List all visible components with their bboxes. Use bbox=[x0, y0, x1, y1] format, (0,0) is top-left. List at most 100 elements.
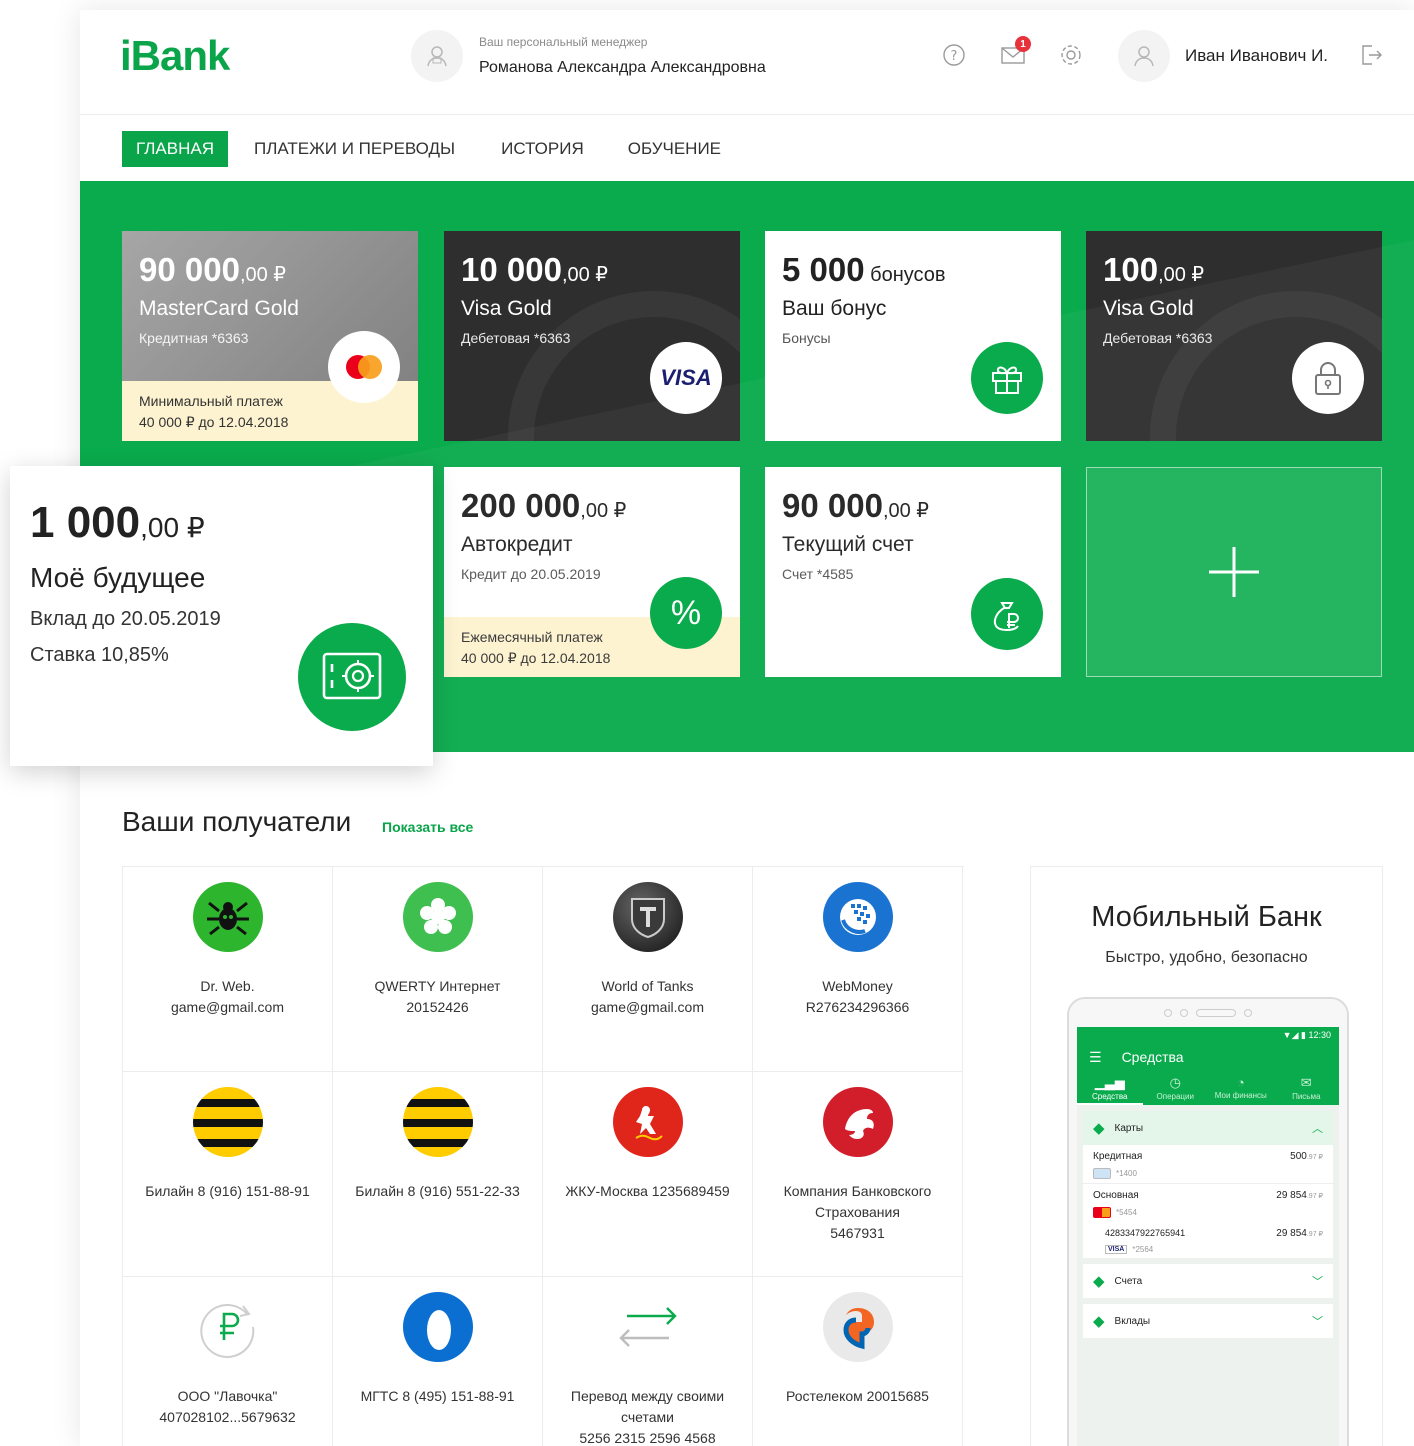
visa-mini-icon: VISA bbox=[1105, 1245, 1128, 1254]
recipient-label: QWERTY Интернет 20152426 bbox=[374, 978, 501, 1015]
recipient-label: Билайн 8 (916) 551-22-33 bbox=[355, 1183, 520, 1199]
card-amount: 100,00 ₽ bbox=[1103, 251, 1205, 288]
recipient-tile[interactable]: ЖКУ-Москва 1235689459 bbox=[543, 1072, 753, 1277]
card-subtitle: Дебетовая *6363 bbox=[1103, 330, 1213, 346]
mastercard-logo-icon bbox=[328, 331, 400, 403]
phone-top-bezel bbox=[1069, 999, 1347, 1027]
recipient-tile[interactable]: Билайн 8 (916) 551-22-33 bbox=[333, 1072, 543, 1277]
main-nav: ГЛАВНАЯ ПЛАТЕЖИ И ПЕРЕВОДЫ ИСТОРИЯ ОБУЧЕ… bbox=[122, 131, 747, 167]
recipient-tile[interactable]: Ростелеком 20015685 bbox=[753, 1277, 963, 1446]
beeline-logo-icon bbox=[192, 1087, 263, 1157]
recipient-tile[interactable]: Перевод между своими счетами 5256 2315 2… bbox=[543, 1277, 753, 1446]
recipient-label: Перевод между своими счетами 5256 2315 2… bbox=[570, 1388, 725, 1446]
lock-icon bbox=[1292, 342, 1364, 414]
recipient-tile[interactable]: Билайн 8 (916) 151-88-91 bbox=[123, 1072, 333, 1277]
note-line-2: 40 000 ₽ до 12.04.2018 bbox=[139, 414, 289, 430]
recipient-label: ЖКУ-Москва 1235689459 bbox=[565, 1183, 730, 1199]
recipient-label: Компания Банковского Страхования 5467931 bbox=[783, 1183, 932, 1241]
phone-mockup: ▼◢ ▮ 12:30 ☰ Средства ▁▃▅ Средства ◷ Опера… bbox=[1067, 997, 1349, 1446]
product-card-visa-10000[interactable]: 10 000,00 ₽ Visa Gold Дебетовая *6363 VI… bbox=[444, 231, 740, 441]
pie-chart-icon: ◔ bbox=[1236, 1075, 1245, 1090]
nav-item-learning[interactable]: ОБУЧЕНИЕ bbox=[614, 131, 735, 167]
mail-icon[interactable]: 1 bbox=[1000, 36, 1031, 68]
add-product-button[interactable] bbox=[1086, 467, 1382, 677]
help-icon[interactable]: ? bbox=[941, 42, 967, 68]
recipient-label: МГТС 8 (495) 151-88-91 bbox=[360, 1388, 515, 1404]
card-amount: 90 000,00 ₽ bbox=[782, 487, 930, 524]
card-title: Текущий счет bbox=[782, 533, 914, 556]
manager-name[interactable]: Романова Александра Александровна bbox=[479, 59, 766, 77]
recipient-tile[interactable]: МГТС 8 (495) 151-88-91 bbox=[333, 1277, 543, 1446]
mastercard-mini-icon bbox=[1093, 1207, 1111, 1218]
card-amount: 90 000,00 ₽ bbox=[139, 251, 287, 288]
mail-badge: 1 bbox=[1015, 36, 1031, 52]
recipient-label: Ростелеком 20015685 bbox=[786, 1388, 929, 1404]
recipient-tile[interactable]: WebMoney R276234296366 bbox=[753, 867, 963, 1072]
header-divider bbox=[80, 114, 1414, 115]
chevron-down-icon: ﹀ bbox=[1312, 1276, 1323, 1288]
manager-avatar[interactable] bbox=[411, 30, 463, 82]
deposit-card-my-future[interactable]: 1 000,00 ₽ Моё будущее Вклад до 20.05.20… bbox=[10, 466, 433, 766]
webmoney-logo-icon bbox=[822, 882, 893, 952]
product-card-bonus[interactable]: 5 000 бонусов Ваш бонус Бонусы bbox=[765, 231, 1061, 441]
percent-icon: % bbox=[650, 577, 722, 649]
nav-item-history[interactable]: ИСТОРИЯ bbox=[487, 131, 598, 167]
phone-section-cards: ◆ Карты ︿ Кредитная 500.97 ₽ *1400 Основн… bbox=[1083, 1111, 1333, 1258]
recipient-tile[interactable]: QWERTY Интернет 20152426 bbox=[333, 867, 543, 1072]
phone-app-bar: ☰ Средства bbox=[1077, 1043, 1339, 1071]
product-card-autocredit[interactable]: 200 000,00 ₽ Автокредит Кредит до 20.05.… bbox=[444, 467, 740, 677]
logout-icon[interactable] bbox=[1358, 42, 1384, 68]
card-amount: 10 000,00 ₽ bbox=[461, 251, 609, 288]
phone-section-accounts: ◆ Счета ﹀ bbox=[1083, 1264, 1333, 1298]
card-subtitle: Дебетовая *6363 bbox=[461, 330, 571, 346]
recipients-grid: Dr. Web. game@gmail.com QWERTY Интернет … bbox=[122, 866, 964, 1446]
gear-icon[interactable] bbox=[1058, 42, 1084, 68]
manager-caption: Ваш персональный менеджер bbox=[479, 35, 648, 49]
nav-item-payments[interactable]: ПЛАТЕЖИ И ПЕРЕВОДЫ bbox=[240, 131, 469, 167]
phone-screen: ▼◢ ▮ 12:30 ☰ Средства ▁▃▅ Средства ◷ Опера… bbox=[1077, 1027, 1339, 1446]
nav-item-main[interactable]: ГЛАВНАЯ bbox=[122, 131, 228, 167]
recipient-label: Dr. Web. game@gmail.com bbox=[170, 978, 285, 1015]
user-avatar[interactable] bbox=[1118, 30, 1170, 82]
card-title: Ваш бонус bbox=[782, 297, 887, 320]
recipient-tile[interactable]: World of Tanks game@gmail.com bbox=[543, 867, 753, 1072]
chevron-up-icon: ︿ bbox=[1312, 1123, 1323, 1135]
recipient-label: ООО "Лавочка" 407028102...5679632 bbox=[159, 1388, 296, 1425]
moscow-coat-of-arms-logo-icon bbox=[612, 1087, 683, 1157]
product-card-visa-100[interactable]: 100,00 ₽ Visa Gold Дебетовая *6363 bbox=[1086, 231, 1382, 441]
visa-logo-text: VISA bbox=[660, 365, 712, 390]
rostelecom-logo-icon bbox=[822, 1292, 893, 1362]
recipient-tile[interactable]: Dr. Web. game@gmail.com bbox=[123, 867, 333, 1072]
recipient-tile[interactable]: ООО "Лавочка" 407028102...5679632 bbox=[123, 1277, 333, 1446]
product-card-mastercard[interactable]: 90 000,00 ₽ MasterCard Gold Кредитная *6… bbox=[122, 231, 418, 441]
phone-tabs: ▁▃▅ Средства ◷ Операции ◔ Мои финансы ✉ Пись… bbox=[1077, 1071, 1339, 1105]
recipient-tile[interactable]: Компания Банковского Страхования 5467931 bbox=[753, 1072, 963, 1277]
drweb-logo-icon bbox=[192, 882, 263, 952]
show-all-recipients-link[interactable]: Показать все bbox=[382, 819, 473, 835]
transfer-arrows-icon bbox=[612, 1292, 683, 1362]
deposit-title: Моё будущее bbox=[30, 562, 206, 593]
tag-icon: ◆ bbox=[1093, 1120, 1105, 1137]
world-of-tanks-logo-icon bbox=[612, 882, 683, 952]
card-title: Автокредит bbox=[461, 533, 573, 556]
mobile-bank-promo[interactable]: Мобильный Банк Быстро, удобно, безопасно… bbox=[1030, 866, 1383, 1446]
envelope-icon: ✉ bbox=[1300, 1075, 1312, 1090]
recipients-title: Ваши получатели bbox=[122, 806, 352, 837]
recipient-label: World of Tanks game@gmail.com bbox=[590, 978, 705, 1015]
phone-card-row: Кредитная 500.97 ₽ *1400 bbox=[1083, 1145, 1333, 1184]
deposit-term: Вклад до 20.05.2019 bbox=[30, 608, 221, 630]
tag-icon: ◆ bbox=[1093, 1313, 1105, 1330]
svg-text:?: ? bbox=[951, 49, 958, 64]
phone-section-header: ◆ Вклады ﹀ bbox=[1083, 1304, 1333, 1338]
mobile-bank-title: Мобильный Банк bbox=[1091, 901, 1322, 933]
ibank-logo[interactable]: iBank bbox=[120, 32, 230, 80]
card-title: Visa Gold bbox=[1103, 297, 1194, 320]
phone-section-header: ◆ Счета ﹀ bbox=[1083, 1264, 1333, 1298]
deposit-rate: Ставка 10,85% bbox=[30, 644, 169, 666]
user-name[interactable]: Иван Иванович И. bbox=[1185, 46, 1328, 66]
card-amount: 5 000 бонусов bbox=[782, 251, 946, 288]
clock-icon: ◷ bbox=[1169, 1075, 1181, 1090]
insurance-bear-logo-icon bbox=[822, 1087, 893, 1157]
phone-tab-letters: ✉ Письма bbox=[1274, 1071, 1340, 1105]
product-card-current-account[interactable]: 90 000,00 ₽ Текущий счет Счет *4585 bbox=[765, 467, 1061, 677]
